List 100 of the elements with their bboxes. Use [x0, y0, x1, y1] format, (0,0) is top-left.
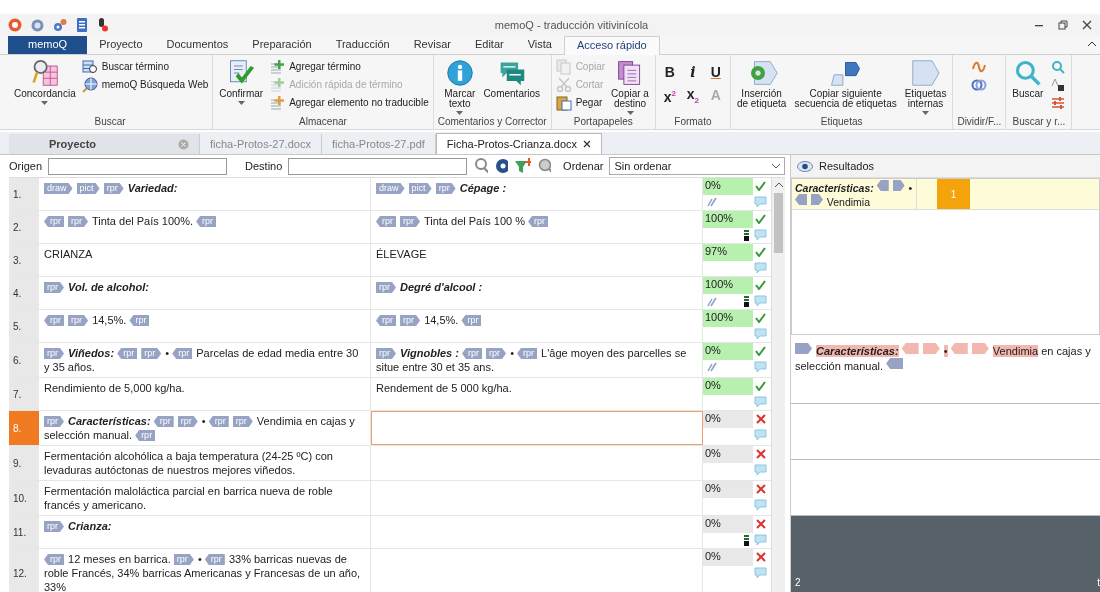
- ribbon-button[interactable]: Comentarios: [481, 57, 543, 101]
- scrollbar[interactable]: [771, 178, 785, 592]
- source-segment: Fermentación maloláctica parcial en barrica nueva de roble francés y americano.: [39, 481, 371, 515]
- format-button[interactable]: x$_{2}$: [682, 86, 703, 104]
- scissors-icon: [555, 76, 572, 93]
- funnel-plus-icon[interactable]: [514, 157, 531, 175]
- ribbon-tab[interactable]: Traducción: [323, 36, 402, 54]
- segment-row[interactable]: 3. CRIANZA ÉLEVAGE 97%: [9, 244, 771, 277]
- clear-filter-icon[interactable]: [536, 157, 552, 175]
- ribbon-button[interactable]: Concordancia: [12, 57, 78, 107]
- target-segment: rpr Vignobles : rpr rpr • rpr L'âge moyen des parcelles se situe entre 30 et 35 ans.: [371, 343, 703, 377]
- format-button[interactable]: i: [682, 63, 703, 81]
- segment-row[interactable]: 8. rpr Características: rpr rpr • rpr rpr Vendimia en cajas y selección manual. rpr 0%: [9, 411, 771, 446]
- notebook-icon[interactable]: [76, 18, 88, 32]
- segment-row[interactable]: 6. rpr Viñedos: rpr rpr • rpr Parcelas de edad media entre 30 y 35 años. rpr Vignobles : rpr rpr • rpr L'âge moyen des parcelles se situe entre 30 et 35 ans. 0%: [9, 343, 771, 378]
- panel-number: 2: [795, 577, 801, 588]
- row-number[interactable]: 4.: [9, 277, 39, 309]
- comment-icon[interactable]: [754, 328, 767, 339]
- ribbon-tab[interactable]: Acceso rápido: [563, 36, 660, 55]
- ribbon-tab[interactable]: Editar: [462, 36, 516, 54]
- match-percent: 0%: [703, 446, 753, 463]
- row-number[interactable]: 6.: [9, 343, 39, 377]
- target-filter-field[interactable]: [288, 157, 468, 175]
- comment-icon[interactable]: [754, 396, 767, 407]
- ribbon-tab[interactable]: memoQ: [8, 36, 88, 54]
- ribbon-button[interactable]: Agregar elemento no traducible: [269, 95, 429, 110]
- row-number[interactable]: 10.: [9, 481, 39, 515]
- document-tab[interactable]: Ficha-Protos-Crianza.docx: [435, 133, 603, 154]
- result-row[interactable]: Características: • Vendimia 1: [792, 179, 1099, 210]
- ribbon-button[interactable]: Agregar término: [269, 59, 429, 74]
- segment-row[interactable]: 10. Fermentación maloláctica parcial en barrica nueva de roble francés y americano. 0%: [9, 481, 771, 516]
- segment-row[interactable]: 11. rpr Crianza: 0%: [9, 516, 771, 549]
- field-label: Destino: [245, 160, 283, 172]
- comment-icon[interactable]: [754, 262, 767, 273]
- scroll-up-icon[interactable]: [774, 182, 783, 187]
- ribbon-button[interactable]: Pegar: [555, 95, 606, 110]
- comment-icon[interactable]: [754, 534, 767, 545]
- target-editor[interactable]: [371, 411, 703, 445]
- ribbon-button[interactable]: Buscar término: [81, 59, 209, 74]
- group-label: Portapapeles: [573, 116, 633, 129]
- row-number[interactable]: 5.: [9, 310, 39, 342]
- app-logo-icon[interactable]: [8, 18, 22, 32]
- eye-icon: [797, 160, 813, 172]
- ribbon-button[interactable]: Inserción de etiqueta: [734, 57, 789, 111]
- format-button[interactable]: x$^{2}$: [659, 86, 680, 104]
- row-number[interactable]: 9.: [9, 446, 39, 480]
- segment-row[interactable]: 2. rpr rpr Tinta del País 100%. rpr rpr rpr Tinta del País 100 % rpr 100%: [9, 211, 771, 244]
- ribbon-tab[interactable]: Documentos: [154, 36, 241, 54]
- comment-icon[interactable]: [754, 196, 767, 207]
- collapse-ribbon-icon[interactable]: [1088, 41, 1096, 46]
- close-icon[interactable]: [583, 140, 592, 148]
- match-percent: 0%: [703, 343, 753, 360]
- row-number[interactable]: 3.: [9, 244, 39, 276]
- scrollbar-thumb[interactable]: [774, 193, 783, 253]
- ribbon-tab[interactable]: Vista: [515, 36, 564, 54]
- segment-row[interactable]: 9. Fermentación alcohólica a baja temperatura (24-25 ºC) con levaduras autóctonas de nuestros mejores viñedos. 0%: [9, 446, 771, 481]
- search-icon: [1013, 59, 1042, 87]
- source-segment: rpr Características: rpr rpr • rpr rpr Vendimia en cajas y selección manual. rpr: [39, 411, 371, 445]
- panel-text: t: [1097, 577, 1100, 588]
- comment-icon[interactable]: [754, 429, 767, 440]
- comment-icon[interactable]: [754, 464, 767, 475]
- format-button[interactable]: U: [705, 63, 726, 81]
- source-filter-field[interactable]: [48, 157, 228, 175]
- comment-icon[interactable]: [754, 499, 767, 510]
- segment-row[interactable]: 4. rpr Vol. de alcohol: rpr Degré d'alcool : 100%: [9, 277, 771, 310]
- comment-icon[interactable]: [754, 295, 767, 306]
- segment-row[interactable]: 7. Rendimiento de 5,000 kg/ha. Rendement de 5 000 kg/ha. 0%: [9, 378, 771, 411]
- segment-row[interactable]: 12. rpr 12 meses en barrica. rpr • rpr 33% barricas nuevas de roble Francés, 34% barricas Americanas y Francesas de un año, 33% 0%: [9, 549, 771, 592]
- ribbon-button[interactable]: Copiar a destino: [609, 57, 651, 117]
- ribbon-tab[interactable]: Revisar: [401, 36, 463, 54]
- comment-icon[interactable]: [754, 361, 767, 372]
- ribbon-tab[interactable]: Preparación: [240, 36, 324, 54]
- segment-row[interactable]: 5. rpr rpr 14,5%. rpr rpr rpr 14,5%. rpr 100%: [9, 310, 771, 343]
- segment-row[interactable]: 1. draw pict rpr Variedad: draw pict rpr Cépage : 0%: [9, 178, 771, 211]
- row-number[interactable]: 7.: [9, 378, 39, 410]
- restore-icon[interactable]: [1058, 20, 1068, 30]
- ribbon-button[interactable]: Copiar siguiente secuencia de etiquetas: [792, 57, 899, 111]
- ribbon-button[interactable]: Confirmar: [217, 57, 266, 107]
- match-percent: 0%: [703, 549, 753, 566]
- row-number[interactable]: 11.: [9, 516, 39, 548]
- document-tab[interactable]: Proyecto: [9, 134, 200, 154]
- ribbon-tab[interactable]: Proyecto: [87, 36, 155, 54]
- close-icon[interactable]: [1082, 20, 1092, 30]
- ribbon-button[interactable]: Marcar texto: [442, 57, 478, 117]
- row-number[interactable]: 2.: [9, 211, 39, 243]
- microphone-icon[interactable]: [97, 18, 109, 32]
- source-segment: rpr 12 meses en barrica. rpr • rpr 33% barricas nuevas de roble Francés, 34% barricas Americanas y Francesas de un año, 33%: [39, 549, 371, 592]
- row-number[interactable]: 12.: [9, 549, 39, 592]
- ribbon-button[interactable]: memoQ Búsqueda Web: [81, 77, 209, 92]
- comment-icon[interactable]: [754, 229, 767, 240]
- match-percent: 0%: [703, 481, 753, 498]
- format-button[interactable]: B: [659, 63, 680, 81]
- find-icon[interactable]: [473, 157, 488, 175]
- copy-icon: [555, 58, 572, 75]
- row-number[interactable]: 1.: [9, 178, 39, 210]
- ribbon-button[interactable]: Etiquetas internas: [902, 57, 949, 117]
- comment-icon[interactable]: [754, 567, 767, 578]
- match-percent: 100%: [703, 211, 753, 228]
- ribbon-button[interactable]: Buscar: [1010, 57, 1046, 101]
- sort-dropdown[interactable]: Sin ordenar: [609, 157, 785, 175]
